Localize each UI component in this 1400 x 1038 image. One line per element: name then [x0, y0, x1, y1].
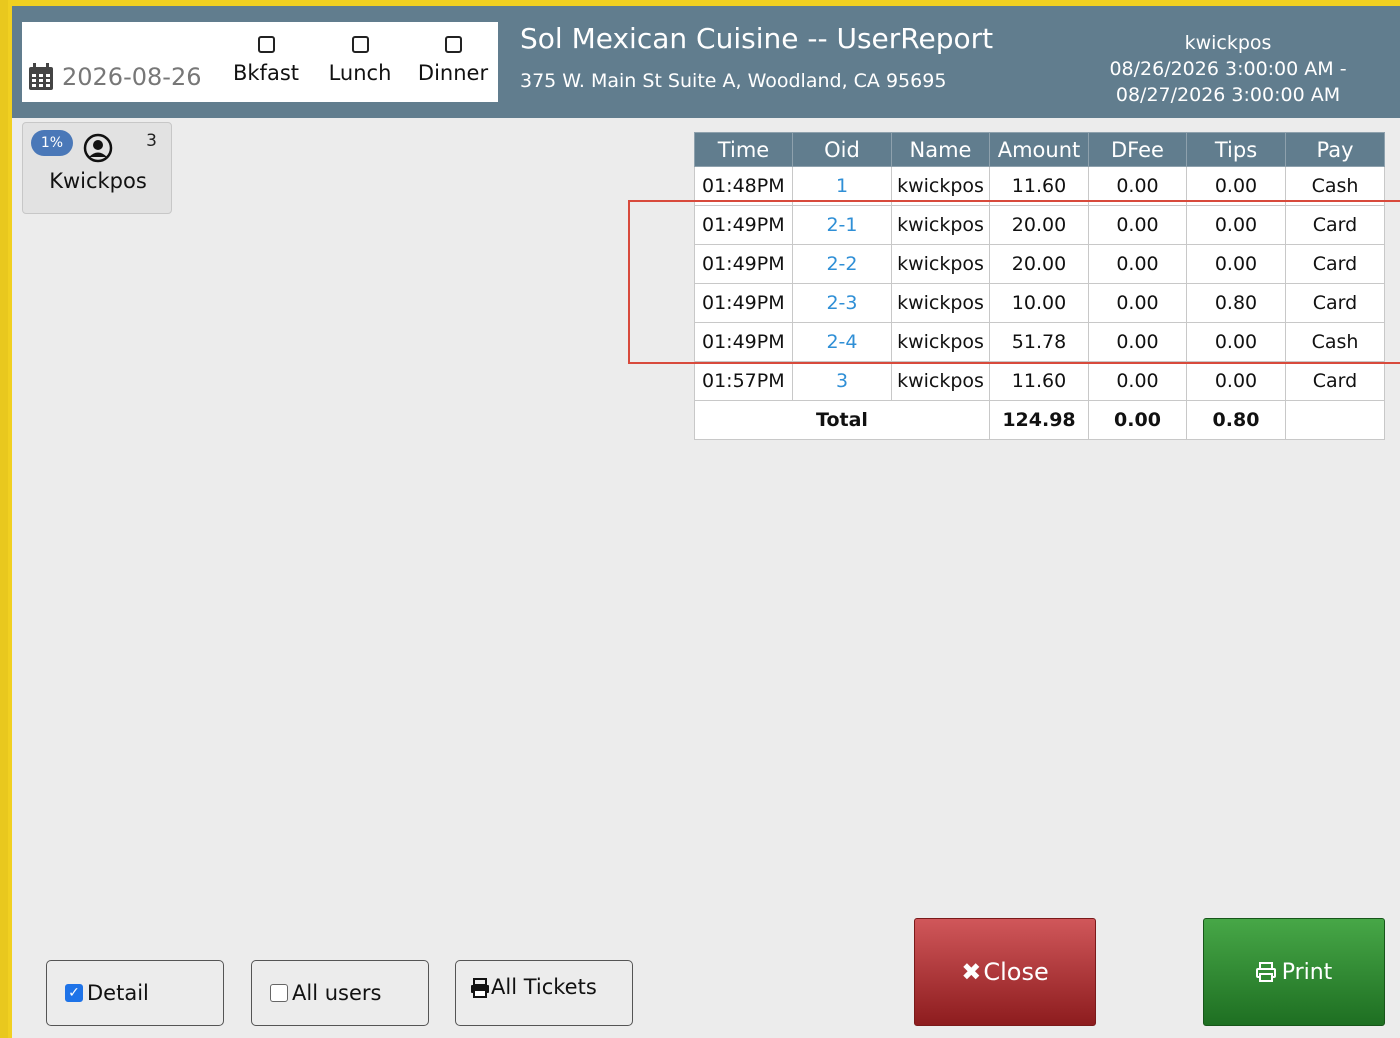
all-users-label: All users	[292, 981, 382, 1005]
col-pay[interactable]: Pay	[1285, 132, 1385, 167]
total-dfee: 0.00	[1088, 400, 1187, 440]
user-card-kwickpos[interactable]: 1% 3 Kwickpos	[22, 122, 172, 214]
detail-checkbox[interactable]: ✓	[65, 984, 83, 1002]
ticket-count: 3	[146, 131, 157, 151]
report-user-info: kwickpos 08/26/2026 3:00:00 AM - 08/27/2…	[1092, 30, 1364, 108]
close-icon: ✖	[961, 958, 982, 986]
percent-badge: 1%	[31, 130, 73, 156]
col-amount[interactable]: Amount	[989, 132, 1089, 167]
report-title: Sol Mexican Cuisine -- UserReport	[520, 22, 994, 55]
date-value: 2026-08-26	[62, 63, 202, 91]
detail-label: Detail	[87, 981, 149, 1005]
cell-time: 01:57PM	[694, 361, 793, 401]
col-dfee[interactable]: DFee	[1088, 132, 1187, 167]
close-button[interactable]: ✖ Close	[914, 918, 1096, 1026]
col-time[interactable]: Time	[694, 132, 793, 167]
print-label: Print	[1281, 959, 1333, 985]
col-tips[interactable]: Tips	[1186, 132, 1286, 167]
cell-tips: 0.00	[1186, 361, 1286, 401]
all-users-toggle[interactable]: All users	[251, 960, 429, 1026]
detail-toggle[interactable]: ✓ Detail	[46, 960, 224, 1026]
report-header: 2026-08-26 Bkfast Lunch Dinner Sol Mexic…	[12, 6, 1400, 118]
lunch-checkbox[interactable]	[351, 36, 369, 53]
order-link[interactable]: 3	[792, 361, 892, 401]
table-row: 01:57PM 3 kwickpos 11.60 0.00 0.00 Card	[694, 361, 1385, 401]
calendar-icon	[29, 63, 53, 90]
all-tickets-button[interactable]: All Tickets	[455, 960, 633, 1026]
user-circle-icon	[83, 133, 113, 163]
shift-bkfast-toggle[interactable]: Bkfast	[228, 34, 304, 85]
user-card-name: Kwickpos	[49, 169, 147, 193]
all-users-checkbox[interactable]	[270, 984, 288, 1002]
bkfast-label: Bkfast	[232, 61, 299, 85]
col-oid[interactable]: Oid	[792, 132, 892, 167]
restaurant-address: 375 W. Main St Suite A, Woodland, CA 956…	[520, 70, 947, 92]
cell-amount: 11.60	[989, 361, 1089, 401]
report-user: kwickpos	[1184, 32, 1272, 54]
close-label: Close	[983, 958, 1049, 986]
table-header-row: Time Oid Name Amount DFee Tips Pay	[694, 132, 1385, 167]
report-window: 2026-08-26 Bkfast Lunch Dinner Sol Mexic…	[8, 0, 1400, 1038]
range-end: 08/27/2026 3:00:00 AM	[1115, 84, 1341, 106]
cell-pay: Card	[1285, 361, 1385, 401]
total-pay	[1285, 400, 1385, 440]
split-order-highlight	[628, 200, 1400, 364]
cell-dfee: 0.00	[1088, 361, 1187, 401]
lunch-label: Lunch	[328, 61, 392, 85]
shift-lunch-toggle[interactable]: Lunch	[320, 34, 400, 85]
cell-name: kwickpos	[891, 361, 990, 401]
date-picker[interactable]: 2026-08-26	[28, 60, 201, 94]
col-name[interactable]: Name	[891, 132, 990, 167]
printer-icon	[471, 978, 489, 998]
bkfast-checkbox[interactable]	[257, 36, 275, 53]
total-amount: 124.98	[989, 400, 1089, 440]
printer-icon	[1255, 962, 1276, 982]
dinner-label: Dinner	[417, 61, 489, 85]
total-row: Total 124.98 0.00 0.80	[694, 400, 1385, 440]
all-tickets-label: All Tickets	[491, 975, 597, 999]
dinner-checkbox[interactable]	[444, 36, 462, 53]
total-tips: 0.80	[1186, 400, 1286, 440]
print-button[interactable]: Print	[1203, 918, 1385, 1026]
window-edge	[0, 0, 8, 1038]
shift-dinner-toggle[interactable]: Dinner	[410, 34, 496, 85]
total-label: Total	[694, 400, 990, 440]
filter-controls: 2026-08-26 Bkfast Lunch Dinner	[22, 22, 498, 102]
range-start: 08/26/2026 3:00:00 AM -	[1109, 58, 1347, 80]
